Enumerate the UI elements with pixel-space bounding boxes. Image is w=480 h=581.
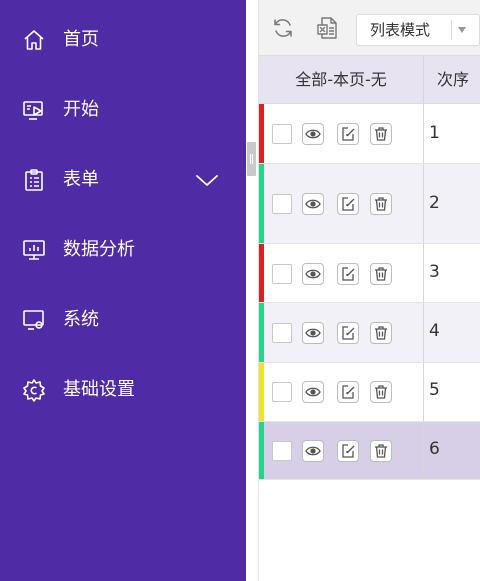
view-mode-select[interactable]: 列表模式 (356, 14, 480, 46)
status-strip (259, 303, 264, 362)
row-order: 1 (429, 123, 440, 143)
delete-icon (375, 444, 387, 458)
row-order: 2 (429, 193, 440, 213)
table-row[interactable]: 3 (259, 244, 480, 303)
edit-icon (342, 267, 355, 281)
table-row-selected[interactable]: 6 (259, 422, 480, 480)
chevron-down-icon[interactable] (195, 170, 219, 190)
sidebar-item-system[interactable]: 系统 (0, 297, 246, 343)
table-header: 全部-本页-无 次序 (259, 55, 480, 104)
sidebar-item-data-analysis[interactable]: 数据分析 (0, 227, 246, 273)
status-strip (259, 104, 264, 163)
status-strip (259, 363, 264, 421)
clipboard-list-icon (25, 169, 43, 191)
delete-button[interactable] (370, 263, 392, 285)
row-checkbox[interactable] (272, 264, 292, 284)
view-icon (305, 199, 321, 209)
delete-button[interactable] (370, 123, 392, 145)
toolbar: 列表模式 (259, 0, 480, 55)
delete-icon (375, 197, 387, 211)
delete-icon (375, 127, 387, 141)
row-order: 4 (429, 321, 440, 341)
column-header-order[interactable]: 次序 (424, 56, 480, 103)
view-icon (305, 269, 321, 279)
sidebar-item-label: 基础设置 (63, 379, 135, 400)
row-checkbox[interactable] (272, 382, 292, 402)
delete-icon (375, 326, 387, 340)
edit-button[interactable] (337, 440, 359, 462)
sidebar-item-label: 首页 (63, 29, 99, 50)
view-icon (305, 129, 321, 139)
view-button[interactable] (302, 193, 324, 215)
sidebar-item-label: 数据分析 (63, 239, 135, 260)
view-button[interactable] (302, 263, 324, 285)
view-button[interactable] (302, 123, 324, 145)
select-divider (451, 20, 452, 40)
sidebar-item-form[interactable]: 表单 (0, 157, 246, 203)
sidebar-item-label: 系统 (63, 309, 99, 330)
row-order: 3 (429, 262, 440, 282)
status-strip (259, 422, 264, 479)
delete-button[interactable] (370, 440, 392, 462)
sidebar: 首页 开始 表单 数据分析 系统 基础设置 (0, 0, 246, 581)
view-icon (305, 387, 321, 397)
table-row[interactable]: 5 (259, 363, 480, 422)
delete-button[interactable] (370, 322, 392, 344)
view-button[interactable] (302, 440, 324, 462)
edit-button[interactable] (337, 322, 359, 344)
edit-icon (342, 444, 355, 458)
sidebar-splitter[interactable] (246, 0, 259, 581)
view-button[interactable] (302, 322, 324, 344)
refresh-icon[interactable] (271, 16, 295, 40)
splitter-handle[interactable] (247, 142, 256, 176)
delete-button[interactable] (370, 381, 392, 403)
delete-icon (375, 385, 387, 399)
edit-icon (342, 127, 355, 141)
edit-icon (342, 197, 355, 211)
table-row[interactable]: 1 (259, 104, 480, 164)
view-icon (305, 446, 321, 456)
row-checkbox[interactable] (272, 323, 292, 343)
edit-button[interactable] (337, 123, 359, 145)
sidebar-item-home[interactable]: 首页 (0, 17, 246, 63)
edit-button[interactable] (337, 381, 359, 403)
edit-button[interactable] (337, 193, 359, 215)
delete-button[interactable] (370, 193, 392, 215)
sidebar-item-basic-settings[interactable]: 基础设置 (0, 367, 246, 413)
edit-icon (342, 326, 355, 340)
row-order: 6 (429, 439, 440, 459)
sidebar-item-start[interactable]: 开始 (0, 87, 246, 133)
delete-icon (375, 267, 387, 281)
view-icon (305, 328, 321, 338)
play-screen-icon (23, 101, 43, 120)
column-header-select-all[interactable]: 全部-本页-无 (259, 56, 424, 103)
excel-export-icon[interactable] (316, 16, 340, 40)
monitor-settings-icon (23, 310, 44, 330)
status-strip (259, 164, 264, 243)
table-row[interactable]: 2 (259, 164, 480, 244)
edit-icon (342, 385, 355, 399)
sidebar-item-label: 表单 (63, 169, 99, 190)
sidebar-item-label: 开始 (63, 99, 99, 120)
view-mode-value: 列表模式 (370, 21, 431, 39)
main-content: 列表模式 全部-本页-无 次序 1 2 3 4 5 6 (259, 0, 480, 581)
row-checkbox[interactable] (272, 124, 292, 144)
status-strip (259, 244, 264, 302)
monitor-chart-icon (23, 240, 45, 260)
row-order: 5 (429, 380, 440, 400)
row-checkbox[interactable] (272, 441, 292, 461)
edit-button[interactable] (337, 263, 359, 285)
table-row[interactable]: 4 (259, 303, 480, 363)
gear-icon (23, 379, 45, 402)
home-icon (24, 30, 44, 50)
view-button[interactable] (302, 381, 324, 403)
row-checkbox[interactable] (272, 194, 292, 214)
dropdown-arrow-icon (458, 27, 466, 33)
